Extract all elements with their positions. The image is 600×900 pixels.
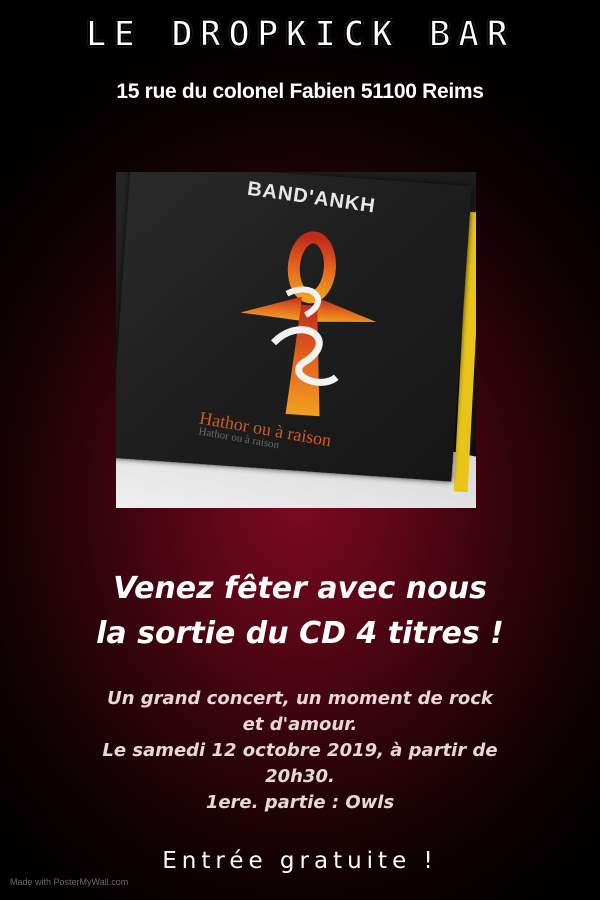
event-details: Un grand concert, un moment de rock et d… — [100, 686, 500, 816]
details-line: Le samedi 12 octobre 2019, à partir de — [102, 740, 498, 761]
cd-cover: BAND'ANKH Hathor ou à raison Hathor ou à… — [116, 172, 472, 482]
details-line: 1ere. partie : Owls — [205, 792, 395, 813]
headline: Venez fêter avec nous la sortie du CD 4 … — [0, 566, 600, 656]
venue-address: 15 rue du colonel Fabien 51100 Reims — [116, 80, 484, 103]
band-name: BAND'ANKH — [245, 177, 378, 218]
details-line: et d'amour. — [242, 714, 358, 735]
album-photo: BAND'ANKH Hathor ou à raison Hathor ou à… — [116, 172, 476, 508]
ankh-icon — [240, 231, 377, 417]
free-entry-text: Entrée gratuite ! — [162, 848, 438, 874]
details-line: 20h30. — [265, 766, 335, 787]
watermark[interactable]: Made with PosterMyWall.com — [10, 877, 128, 887]
headline-line-2: la sortie du CD 4 titres ! — [96, 616, 504, 651]
venue-title: LE DROPKICK BAR — [84, 13, 516, 56]
headline-line-1: Venez fêter avec nous — [113, 571, 487, 606]
details-line: Un grand concert, un moment de rock — [107, 688, 493, 709]
